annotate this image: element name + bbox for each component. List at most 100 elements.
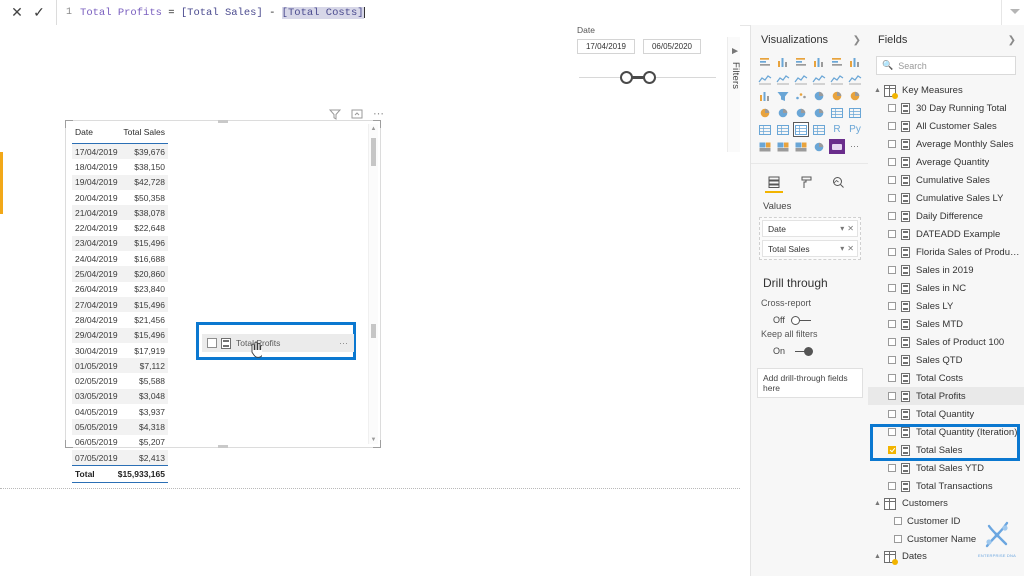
field-item[interactable]: Cumulative Sales LY <box>868 189 1024 207</box>
scroll-down-icon[interactable]: ▼ <box>369 435 378 444</box>
field-checkbox[interactable] <box>888 320 896 328</box>
well-item[interactable]: Total Sales ▾ ✕ <box>762 240 858 257</box>
table-row[interactable]: 22/04/2019 $22,648 <box>72 220 168 235</box>
decomposition-tree-icon[interactable] <box>775 139 791 154</box>
close-icon[interactable]: ✕ <box>6 2 28 24</box>
slicer-handle-start[interactable] <box>620 71 633 84</box>
gauge-icon[interactable] <box>811 105 827 120</box>
stacked-bar-chart-icon[interactable] <box>757 54 773 69</box>
close-icon[interactable]: ✕ <box>847 244 854 253</box>
field-checkbox[interactable] <box>888 230 896 238</box>
field-item[interactable]: Cumulative Sales <box>868 171 1024 189</box>
chevron-down-icon[interactable]: ▾ <box>840 224 844 233</box>
funnel-icon[interactable] <box>328 107 341 120</box>
field-checkbox[interactable] <box>888 248 896 256</box>
field-checkbox[interactable] <box>888 428 896 436</box>
format-tab[interactable] <box>797 176 815 198</box>
field-item[interactable]: Total Profits <box>868 387 1024 405</box>
line-clustered-column-icon[interactable] <box>829 71 845 86</box>
table-row[interactable]: 25/04/2019 $20,860 <box>72 266 168 282</box>
field-checkbox[interactable] <box>888 392 896 400</box>
table-row[interactable]: 24/04/2019 $16,688 <box>72 251 168 266</box>
formula-input[interactable]: 1 Total Profits = [Total Sales] - [Total… <box>57 0 1001 25</box>
field-item[interactable]: Total Quantity (Iteration) <box>868 423 1024 441</box>
table-row[interactable]: 18/04/2019 $38,150 <box>72 159 168 174</box>
filled-map-icon[interactable] <box>775 105 791 120</box>
field-checkbox[interactable] <box>888 158 896 166</box>
clustered-bar-chart-icon[interactable] <box>793 54 809 69</box>
search-input[interactable]: 🔍 Search <box>876 56 1016 75</box>
slicer-track[interactable] <box>575 68 720 88</box>
field-item[interactable]: 30 Day Running Total <box>868 99 1024 117</box>
custom-visual-icon[interactable] <box>829 139 845 154</box>
field-item[interactable]: Sales in NC <box>868 279 1024 297</box>
kpi-icon[interactable] <box>757 122 773 137</box>
field-checkbox[interactable] <box>207 338 217 348</box>
field-checkbox[interactable] <box>888 284 896 292</box>
clustered-column-chart-icon[interactable] <box>811 54 827 69</box>
table-row[interactable]: 27/04/2019 $15,496 <box>72 296 168 313</box>
field-item[interactable]: Sales in 2019 <box>868 261 1024 279</box>
field-checkbox[interactable] <box>888 176 896 184</box>
100-stacked-bar-chart-icon[interactable] <box>829 54 845 69</box>
field-item[interactable]: Daily Difference <box>868 207 1024 225</box>
field-item[interactable]: Total Transactions <box>868 477 1024 495</box>
table-row[interactable]: 19/04/2019 $42,728 <box>72 174 168 190</box>
check-icon[interactable]: ✓ <box>28 2 50 24</box>
field-checkbox[interactable] <box>888 104 896 112</box>
field-checkbox[interactable] <box>888 302 896 310</box>
chevron-up-icon[interactable]: ▲ <box>874 553 884 560</box>
table-row[interactable]: 06/05/2019 $5,207 <box>72 435 168 450</box>
report-canvas[interactable]: Date 17/04/2019 06/05/2020 ◀ Filters ⋯ D… <box>0 25 740 576</box>
column-header-total-sales[interactable]: Total Sales <box>119 125 168 143</box>
scrollbar-thumb-secondary[interactable] <box>371 324 376 338</box>
line-chart-icon[interactable] <box>757 71 773 86</box>
matrix-icon[interactable] <box>811 122 827 137</box>
field-checkbox[interactable] <box>894 535 902 543</box>
drill-through-fields-well[interactable]: Add drill-through fields here <box>757 368 863 398</box>
field-item[interactable]: Total Costs <box>868 369 1024 387</box>
donut-chart-icon[interactable] <box>829 88 845 103</box>
date-slicer[interactable]: Date 17/04/2019 06/05/2020 <box>575 25 720 95</box>
table-row[interactable]: 04/05/2019 $3,937 <box>72 404 168 419</box>
qna-icon[interactable] <box>793 139 809 154</box>
chevron-right-icon[interactable]: ❯ <box>1008 35 1016 46</box>
cross-report-toggle[interactable] <box>790 315 813 325</box>
table-row[interactable]: 02/05/2019 $5,588 <box>72 373 168 388</box>
field-item[interactable]: Sales LY <box>868 297 1024 315</box>
scroll-up-icon[interactable]: ▲ <box>369 124 378 133</box>
resize-handle-top[interactable] <box>218 120 228 123</box>
table-row[interactable]: 05/05/2019 $4,318 <box>72 419 168 435</box>
table-row[interactable]: 01/05/2019 $7,112 <box>72 358 168 374</box>
table-vertical-scrollbar[interactable]: ▲ ▼ <box>368 124 378 444</box>
table-visual[interactable]: Date Total Sales 17/04/2019 $39,676 18/04/… <box>65 120 381 483</box>
dragged-field-item[interactable]: Total Profits ⋯ <box>202 334 354 352</box>
field-checkbox[interactable] <box>888 212 896 220</box>
field-item[interactable]: Florida Sales of Product 2 ... <box>868 243 1024 261</box>
more-visuals-icon[interactable]: ⋯ <box>847 139 863 154</box>
field-item[interactable]: Total Sales YTD <box>868 459 1024 477</box>
slicer-icon[interactable] <box>775 122 791 137</box>
chevron-up-icon[interactable]: ▲ <box>874 500 884 507</box>
field-item[interactable]: Sales of Product 100 <box>868 333 1024 351</box>
values-field-well[interactable]: Date ▾ ✕ Total Sales ▾ ✕ <box>759 217 861 260</box>
table-row[interactable]: 29/04/2019 $15,496 <box>72 327 168 343</box>
field-checkbox[interactable] <box>888 356 896 364</box>
card-icon[interactable] <box>829 105 845 120</box>
line-stacked-column-icon[interactable] <box>811 71 827 86</box>
formula-bar-expand-toggle[interactable] <box>1001 0 1024 25</box>
key-influencers-icon[interactable] <box>757 139 773 154</box>
scrollbar-thumb[interactable] <box>371 138 376 166</box>
well-item[interactable]: Date ▾ ✕ <box>762 220 858 237</box>
map-icon[interactable] <box>757 105 773 120</box>
table-row[interactable]: 20/04/2019 $50,358 <box>72 190 168 205</box>
table-row[interactable]: 21/04/2019 $38,078 <box>72 205 168 221</box>
field-item[interactable]: Sales QTD <box>868 351 1024 369</box>
r-script-visual-icon[interactable]: R <box>829 122 845 137</box>
multi-row-card-icon[interactable] <box>847 105 863 120</box>
field-checkbox[interactable] <box>888 122 896 130</box>
pie-chart-icon[interactable] <box>811 88 827 103</box>
filters-pane-tab[interactable]: ◀ Filters <box>727 37 740 152</box>
analytics-tab[interactable] <box>829 176 847 198</box>
field-item[interactable]: Sales MTD <box>868 315 1024 333</box>
